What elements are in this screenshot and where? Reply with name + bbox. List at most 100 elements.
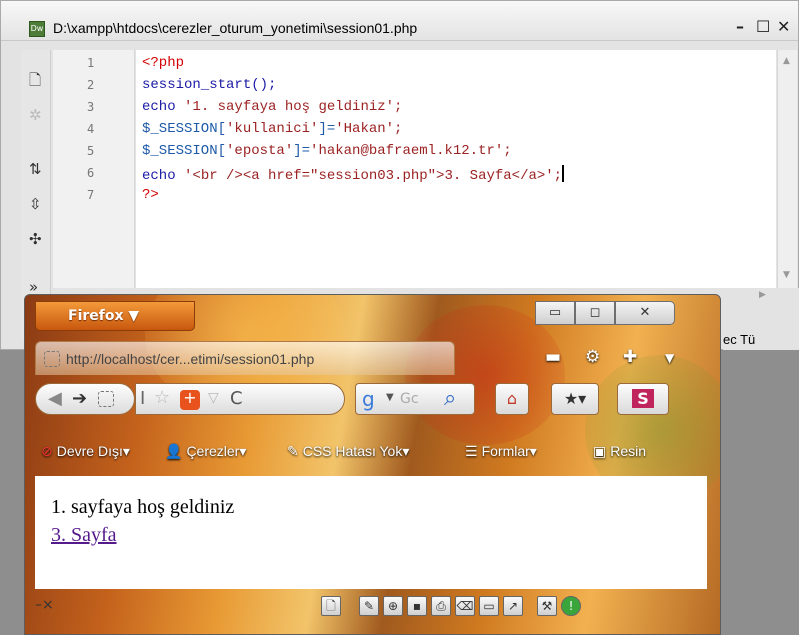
bookmarks-toolbar: ⊘ Devre Dışı▾ 👤 Çerezler▾ ✎ CSS Hatası Yok▾…: [25, 435, 720, 465]
code-line[interactable]: $_SESSION['kullanici']='Hakan';: [142, 121, 402, 137]
editor-file-path: D:\xampp\htdocs\cerezler_oturum_yonetimi…: [53, 20, 418, 36]
code-variable: $_SESSION[: [142, 143, 227, 159]
line-number: 5: [87, 144, 95, 158]
s-addon-button[interactable]: S: [617, 383, 669, 415]
scroll-up-arrow-icon[interactable]: ▲: [783, 56, 790, 66]
blank-page-favicon-icon: [44, 351, 60, 367]
editor-vertical-scrollbar[interactable]: ▲ ▼: [777, 50, 797, 288]
home-button[interactable]: ⌂: [495, 383, 529, 415]
browser-tab[interactable]: http://localhost/cer...etimi/session01.p…: [35, 341, 455, 375]
tab-list-dropdown-icon[interactable]: ▼: [665, 351, 674, 365]
code-line[interactable]: ?>: [142, 187, 159, 203]
home-icon: ⌂: [506, 389, 518, 408]
bookmark-label: Çerezler▾: [186, 443, 247, 459]
code-line[interactable]: echo '<br /><a href="session03.php">3. S…: [142, 165, 565, 184]
bookmark-item[interactable]: ▣ Resin: [593, 443, 646, 460]
firefox-window: Firefox ▼ ▭ ◻ ✕ http://localhost/cer...e…: [24, 294, 721, 635]
addon-bar-close-button[interactable]: –×: [35, 597, 54, 613]
bookmark-item[interactable]: ☰ Formlar▾: [465, 443, 537, 460]
code-string: 'kullanici': [226, 121, 319, 137]
bookmark-star-icon[interactable]: ☆: [154, 389, 170, 407]
line-number: 2: [87, 78, 95, 92]
tab-title: http://localhost/cer...etimi/session01.p…: [66, 351, 315, 367]
firefox-menu-button[interactable]: Firefox ▼: [35, 301, 195, 331]
bookmark-item[interactable]: 👤 Çerezler▾: [165, 443, 246, 460]
collapse-tag-icon[interactable]: ⇅: [29, 160, 42, 178]
page3-link[interactable]: 3. Sayfa: [51, 524, 117, 547]
desktop: Dw D:\xampp\htdocs\cerezler_oturum_yonet…: [0, 0, 799, 635]
editor-maximize-button[interactable]: ☐: [756, 17, 770, 36]
code-operator: ]=: [293, 143, 311, 159]
line-number-gutter: 1 2 3 4 5 6 7: [53, 50, 135, 288]
page-icon[interactable]: 🗋: [321, 596, 341, 616]
window-icon[interactable]: ▭: [479, 596, 499, 616]
page-content: 1. sayfaya hoş geldiniz 3. Sayfa: [35, 476, 707, 589]
code-line[interactable]: <?php: [142, 55, 184, 71]
open-documents-icon[interactable]: 🗋: [29, 70, 41, 95]
back-forward-group: ◀ ➔: [35, 383, 135, 415]
firefox-minimize-button[interactable]: ▭: [535, 301, 575, 325]
code-line[interactable]: session_start();: [142, 77, 276, 93]
images-icon: ▣: [593, 444, 607, 460]
editor-status-text: ec Tü: [723, 332, 756, 347]
search-bar[interactable]: g ▼ Gc ⌕: [355, 383, 475, 415]
line-number: 3: [87, 100, 95, 114]
scroll-down-arrow-icon[interactable]: ▼: [783, 270, 790, 280]
editor-minimize-button[interactable]: –: [736, 17, 744, 36]
code-line[interactable]: echo '1. sayfaya hoş geldiniz';: [142, 99, 402, 115]
editor-title-bar: Dw D:\xampp\htdocs\cerezler_oturum_yonet…: [1, 1, 798, 41]
addon-bar: –× 🗋 ✎ ⊕ ▪ ⎙ ⌫ ▭ ↗ ⚒ !: [25, 591, 720, 621]
expand-all-icon[interactable]: ✣: [29, 230, 42, 248]
code-line[interactable]: $_SESSION['eposta']='hakan@bafraeml.k12.…: [142, 143, 512, 159]
collapse-selection-icon[interactable]: ⇳: [29, 195, 42, 213]
firefox-close-button[interactable]: ✕: [615, 301, 675, 325]
google-search-engine-icon[interactable]: g: [362, 389, 375, 409]
settings-icon[interactable]: ✲: [29, 106, 42, 124]
bookmark-label: Resin: [610, 443, 647, 459]
search-magnifier-icon[interactable]: ⌕: [444, 388, 456, 410]
code-editor[interactable]: <?php session_start(); echo '1. sayfaya …: [136, 50, 776, 288]
network-icon[interactable]: ⊕: [383, 596, 403, 616]
disable-icon: ⊘: [41, 444, 53, 460]
bookmark-label: Devre Dışı▾: [56, 443, 130, 459]
line-number: 7: [87, 188, 95, 202]
addon-plus-icon[interactable]: +: [180, 390, 200, 410]
scroll-right-arrow-icon[interactable]: ▶: [759, 290, 766, 300]
save-icon[interactable]: ▪: [407, 596, 427, 616]
reload-icon[interactable]: C: [230, 390, 243, 408]
code-string: '<br /><a href="session03.php">3. Sayfa<…: [184, 168, 563, 184]
code-variable: $_SESSION[: [142, 121, 227, 137]
search-engine-dropdown-icon[interactable]: ▼: [386, 393, 394, 403]
welcome-text: 1. sayfaya hoş geldiniz: [51, 496, 235, 518]
session-addon-icon[interactable]: ▬: [545, 347, 561, 367]
code-keyword: echo: [142, 168, 185, 184]
code-string: 'eposta': [226, 143, 294, 159]
gear-icon[interactable]: ⚙: [585, 347, 600, 367]
text-cursor-icon: I: [140, 388, 146, 409]
site-identity-icon[interactable]: [98, 391, 114, 407]
editor-close-button[interactable]: ✕: [777, 17, 790, 36]
back-arrow-icon[interactable]: ◀: [48, 390, 62, 408]
bookmark-item[interactable]: ⊘ Devre Dışı▾: [41, 443, 130, 460]
line-number: 1: [87, 56, 95, 70]
forward-arrow-icon[interactable]: ➔: [72, 390, 87, 408]
eraser-icon[interactable]: ⌫: [455, 596, 475, 616]
bookmark-item[interactable]: ✎ CSS Hatası Yok▾: [287, 443, 409, 460]
search-input-placeholder[interactable]: Gc: [400, 392, 419, 406]
s-addon-icon: S: [632, 389, 654, 408]
new-tab-plus-icon[interactable]: ✚: [623, 347, 637, 367]
url-bar[interactable]: I ☆ + ▽ C: [135, 383, 345, 415]
bookmarks-menu-button[interactable]: ★▾: [551, 383, 599, 415]
navigation-toolbar: ◀ ➔ I ☆ + ▽ C g ▼ Gc ⌕ ⌂ ★▾ S: [25, 377, 720, 425]
validator-ok-icon[interactable]: !: [561, 596, 581, 616]
tools-icon[interactable]: ⚒: [537, 596, 557, 616]
bookmark-label: Formlar▾: [481, 443, 537, 459]
pencil-icon[interactable]: ✎: [359, 596, 379, 616]
firefox-restore-button[interactable]: ◻: [575, 301, 615, 325]
forms-icon: ☰: [465, 444, 478, 460]
code-string: '1. sayfaya hoş geldiniz';: [184, 99, 403, 115]
chart-icon[interactable]: ↗: [503, 596, 523, 616]
url-dropdown-icon[interactable]: ▽: [208, 391, 219, 405]
line-number: 6: [87, 166, 95, 180]
print-icon[interactable]: ⎙: [431, 596, 451, 616]
